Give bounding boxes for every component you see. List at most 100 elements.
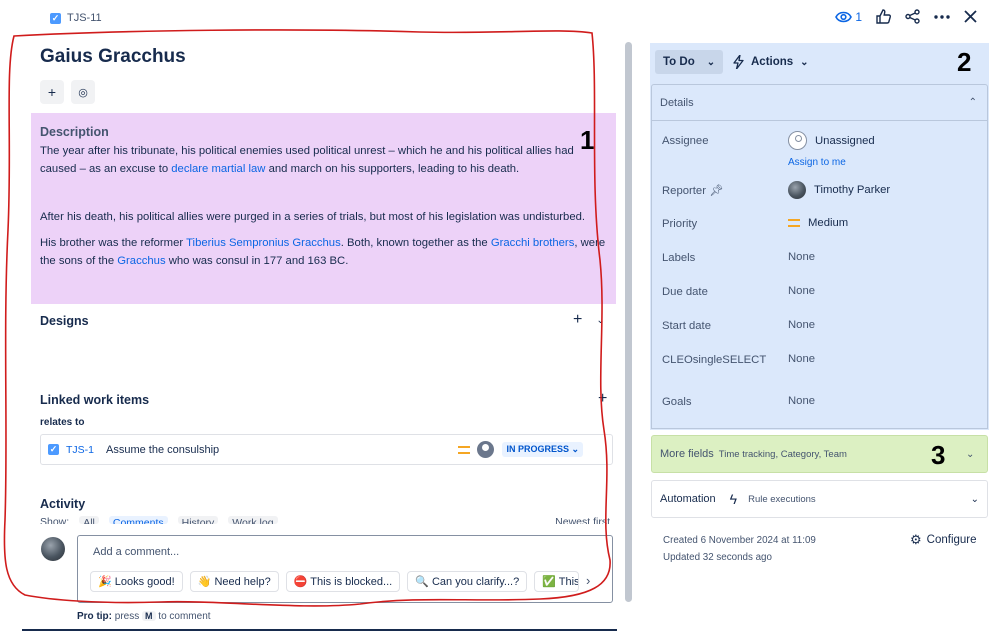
chevron-down-icon[interactable]: ⌄ (966, 449, 974, 460)
chip-blocked[interactable]: ⛔ This is blocked... (285, 571, 401, 592)
more-fields-subtitle: Time tracking, Category, Team (718, 448, 847, 460)
chip-this[interactable]: ✅ This (534, 571, 580, 592)
more-button[interactable] (934, 14, 950, 19)
description-paragraph-2: After his death, his political allies we… (40, 211, 586, 223)
lightning-icon (733, 55, 744, 69)
cleo-select-value[interactable]: None (788, 353, 815, 365)
description-paragraph-3: His brother was the reformer Tiberius Se… (40, 237, 606, 267)
priority-label: Priority (662, 218, 698, 230)
details-header[interactable]: Details ⌃ (651, 84, 988, 121)
chip-looks-good[interactable]: 🎉 Looks good! (90, 571, 183, 592)
watch-count: 1 (855, 9, 862, 24)
add-button[interactable]: + (40, 80, 64, 104)
like-button[interactable] (876, 9, 891, 24)
cleo-select-label: CLEOsingleSELECT (662, 354, 767, 366)
task-checkbox-icon: ✓ (50, 12, 61, 24)
priority-medium-icon (458, 445, 471, 454)
sort-order[interactable]: Newest first (555, 516, 610, 524)
more-dots-icon (934, 14, 950, 19)
linked-item-row[interactable]: ✓ TJS-1 Assume the consulship IN PROGRES… (40, 434, 613, 465)
activity-heading: Activity (40, 497, 86, 511)
annotation-number-2: 2 (957, 47, 972, 77)
apps-icon: ◎ (78, 86, 88, 99)
issue-title[interactable]: Gaius Gracchus (40, 46, 186, 68)
reporter-avatar (788, 181, 806, 199)
link-gracchi-brothers[interactable]: Gracchi brothers (491, 237, 575, 249)
pin-icon[interactable]: 📌︎ (709, 185, 723, 197)
tab-all[interactable]: All (79, 516, 99, 524)
start-date-value[interactable]: None (788, 319, 815, 331)
actions-label: Actions (751, 56, 794, 68)
assignee-value[interactable]: Unassigned (788, 131, 875, 150)
chevron-down-icon[interactable]: ⌄ (596, 311, 604, 331)
link-tiberius[interactable]: Tiberius Sempronius Gracchus (186, 237, 341, 249)
breadcrumb: ✓ TJS-11 (50, 12, 102, 24)
share-button[interactable] (905, 9, 920, 24)
configure-button[interactable]: ⚙ Configure (910, 532, 977, 548)
keyboard-shortcut: M (142, 611, 156, 621)
start-date-label: Start date (662, 320, 711, 332)
assign-to-me-link[interactable]: Assign to me (788, 157, 846, 168)
tab-history[interactable]: History (177, 516, 219, 524)
reporter-value[interactable]: Timothy Parker (788, 181, 890, 199)
chevron-up-icon: ⌃ (968, 97, 977, 108)
share-icon (905, 9, 920, 24)
status-label: To Do (663, 56, 695, 68)
priority-value[interactable]: Medium (788, 217, 848, 229)
labels-value[interactable]: None (788, 251, 815, 263)
tab-comments[interactable]: Comments (108, 516, 168, 524)
description-section[interactable]: Description The year after his tribunate… (31, 113, 616, 304)
status-dropdown[interactable]: To Do ⌄ (655, 50, 724, 74)
updated-date: Updated 32 seconds ago (663, 552, 772, 563)
details-title: Details (660, 96, 694, 109)
actions-dropdown[interactable]: Actions ⌄ (733, 50, 809, 74)
automation-title: Automation (660, 493, 716, 505)
chevron-right-icon[interactable]: › (586, 573, 590, 588)
linked-items-heading: Linked work items (40, 393, 150, 407)
show-label: Show: (40, 516, 70, 524)
linked-item-status[interactable]: IN PROGRESS ⌄ (502, 442, 583, 457)
description-heading: Description (40, 125, 109, 139)
add-link-icon[interactable]: + (598, 390, 607, 408)
chevron-down-icon: ⌄ (706, 56, 716, 68)
plus-icon: + (47, 84, 57, 100)
link-declare-martial-law[interactable]: declare martial law (171, 163, 265, 175)
rule-executions-label: Rule executions (748, 493, 816, 505)
automation-section[interactable]: Automation ϟ Rule executions ⌄ (651, 480, 988, 518)
add-design-icon[interactable]: + (573, 311, 582, 331)
chevron-down-icon: ⌄ (970, 493, 979, 505)
close-button[interactable] (964, 10, 977, 23)
description-paragraph-1: The year after his tribunate, his politi… (40, 145, 574, 175)
priority-medium-icon (788, 219, 800, 227)
chip-need-help[interactable]: 👋 Need help? (189, 571, 279, 592)
task-checkbox-icon: ✓ (48, 444, 59, 455)
issue-key-link[interactable]: TJS-11 (67, 12, 102, 24)
gear-icon: ⚙ (910, 532, 922, 547)
thumbs-up-icon (876, 9, 891, 24)
linked-item-key[interactable]: TJS-1 (66, 444, 94, 456)
designs-heading: Designs (40, 314, 89, 328)
due-date-label: Due date (662, 286, 708, 298)
linked-item-summary[interactable]: Assume the consulship (106, 444, 458, 456)
link-gracchus[interactable]: Gracchus (117, 255, 165, 267)
relation-label: relates to (40, 417, 85, 428)
due-date-value[interactable]: None (788, 285, 815, 297)
activity-filter-row: Show: All Comments History Work log Newe… (40, 516, 610, 524)
more-fields-title: More fields (660, 448, 714, 460)
annotation-number-1: 1 (580, 125, 595, 155)
annotation-number-3: 3 (931, 440, 946, 470)
labels-label: Labels (662, 252, 696, 264)
goals-value[interactable]: None (788, 395, 815, 407)
configure-label: Configure (926, 534, 977, 546)
eye-icon (835, 11, 853, 22)
comment-placeholder: Add a comment... (93, 546, 180, 558)
comment-input[interactable]: Add a comment... (77, 535, 613, 603)
tab-work-log[interactable]: Work log (228, 516, 278, 524)
watch-button[interactable]: 1 (835, 10, 862, 24)
chip-clarify[interactable]: 🔍 Can you clarify...? (407, 571, 528, 592)
quick-reply-chips: 🎉 Looks good! 👋 Need help? ⛔ This is blo… (90, 571, 580, 592)
apps-button[interactable]: ◎ (71, 80, 95, 104)
current-user-avatar (41, 537, 65, 561)
goals-label: Goals (662, 396, 692, 408)
scrollbar[interactable] (625, 42, 632, 602)
